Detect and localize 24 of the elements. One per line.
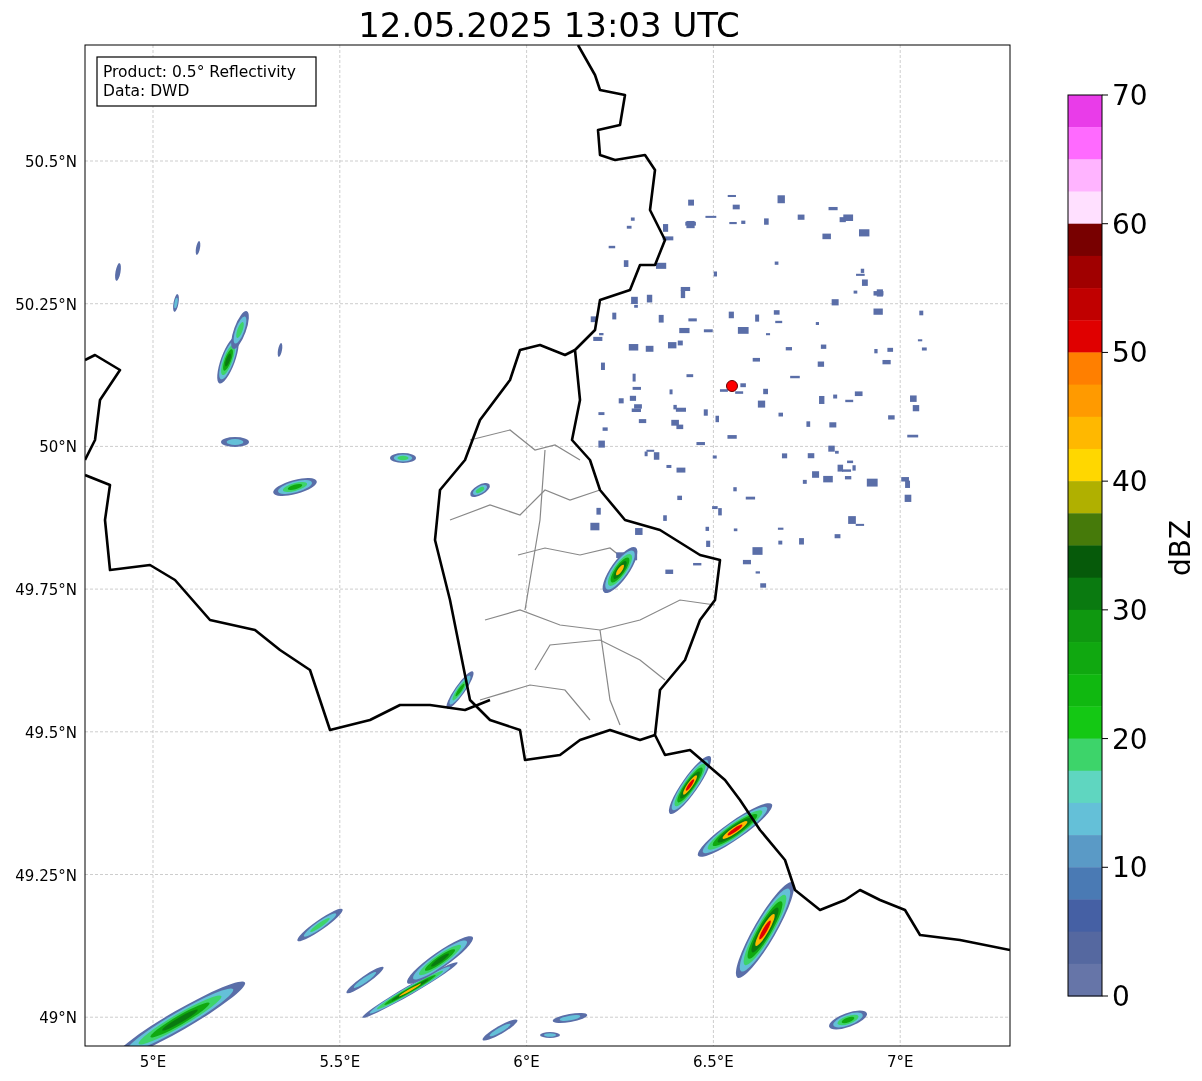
longitude-label: 5.5°E <box>319 1053 361 1071</box>
colorbar-tick-label: 20 <box>1112 722 1148 756</box>
colorbar-tick-label: 30 <box>1112 593 1148 627</box>
longitude-label: 7°E <box>886 1053 914 1071</box>
colorbar-tick-label: 40 <box>1112 465 1148 499</box>
colorbar-tick-label: 70 <box>1112 79 1148 112</box>
longitude-label: 6.5°E <box>693 1053 734 1071</box>
chart-title: 12.05.2025 13:03 UTC <box>358 5 740 45</box>
colorbar-label: dBZ <box>1164 519 1197 577</box>
latitude-label: 50°N <box>39 438 77 457</box>
colorbar-tick-label: 60 <box>1112 207 1148 241</box>
longitude-label: 5°E <box>139 1053 167 1071</box>
legend-text: Data: DWD <box>103 82 190 100</box>
colorbar-tick-label: 0 <box>1112 980 1130 1013</box>
longitude-label: 6°E <box>513 1053 540 1071</box>
latitude-label: 50.25°N <box>15 295 77 314</box>
colorbar-tick-label: 50 <box>1112 336 1148 370</box>
latitude-label: 49.25°N <box>15 866 77 885</box>
latitude-label: 50.5°N <box>24 153 77 171</box>
colorbar-tick-label: 10 <box>1112 851 1148 885</box>
latitude-label: 49.75°N <box>15 581 77 600</box>
latitude-label: 49°N <box>39 1009 77 1028</box>
legend-text: Product: 0.5° Reflectivity <box>103 63 296 81</box>
latitude-label: 49.5°N <box>24 723 77 742</box>
